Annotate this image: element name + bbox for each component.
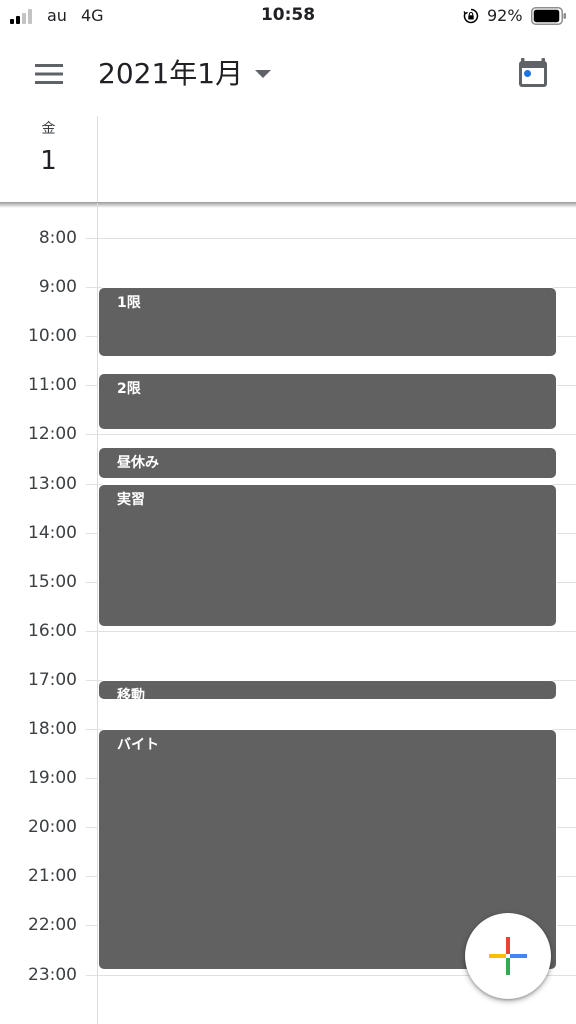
hour-label: 10:00: [28, 326, 77, 347]
hour-gridline: [86, 630, 576, 632]
hour-label: 18:00: [28, 719, 77, 739]
event-block[interactable]: 2限: [98, 373, 557, 431]
hour-label: 19:00: [28, 768, 77, 789]
day-column-header[interactable]: 金 1: [0, 114, 97, 202]
event-block[interactable]: 1限: [98, 287, 557, 357]
hour-label: 9:00: [38, 277, 77, 298]
hamburger-menu-icon: [35, 64, 63, 84]
orientation-lock-icon: [463, 8, 479, 24]
hour-label: 11:00: [28, 375, 77, 396]
caret-down-icon: [255, 70, 272, 78]
month-title: 2021年1月: [98, 57, 244, 90]
month-selector[interactable]: 2021年1月: [98, 54, 273, 94]
day-header: 金 1: [0, 114, 576, 202]
app-bar: 2021年1月: [0, 32, 576, 114]
hour-label: 20:00: [28, 817, 77, 838]
event-title: バイト: [117, 737, 159, 753]
hour-label: 12:00: [28, 424, 77, 445]
hour-gridline: [86, 238, 576, 239]
network-type: 4G: [81, 6, 104, 25]
carrier-name: au: [47, 6, 67, 25]
battery-percentage: 92%: [487, 6, 523, 25]
hour-label: 23:00: [28, 964, 77, 985]
hour-label: 17:00: [28, 669, 77, 690]
event-block[interactable]: 実習: [98, 483, 557, 627]
event-block[interactable]: 移動: [98, 679, 557, 701]
event-title: 実習: [117, 491, 145, 508]
hour-label: 14:00: [28, 522, 77, 543]
header-divider: [97, 116, 98, 202]
hour-label: 13:00: [28, 473, 77, 494]
weekday-label: 金: [41, 121, 56, 137]
hour-label: 16:00: [28, 620, 77, 641]
create-event-button[interactable]: [465, 913, 551, 999]
hour-gridline: [86, 434, 576, 436]
hour-label: 15:00: [28, 571, 77, 592]
hour-label: 8:00: [38, 228, 77, 248]
menu-button[interactable]: [26, 56, 72, 92]
event-title: 1限: [117, 295, 141, 312]
event-title: 移動: [117, 687, 145, 701]
hour-label: 22:00: [28, 915, 77, 936]
event-block[interactable]: 昼休み: [98, 446, 557, 480]
hour-label: 21:00: [28, 866, 77, 887]
today-button[interactable]: [513, 52, 553, 92]
calendar-app: au 4G 10:58 92% 2021年1月 金 1 8:00 9:00 10…: [0, 0, 576, 1024]
cellular-signal-icon: [10, 8, 36, 24]
status-time: 10:58: [260, 5, 316, 25]
event-title: 2限: [117, 381, 141, 398]
day-number: 1: [40, 146, 57, 176]
day-timeline[interactable]: 8:00 9:00 10:00 11:00 12:00 13:00 14:00 15:00 16…: [0, 203, 576, 1024]
add-plus-icon: [489, 937, 527, 975]
calendar-today-icon: [519, 58, 547, 87]
battery-icon: [531, 7, 566, 25]
event-title: 昼休み: [117, 454, 159, 471]
status-bar: au 4G 10:58 92%: [0, 0, 576, 32]
